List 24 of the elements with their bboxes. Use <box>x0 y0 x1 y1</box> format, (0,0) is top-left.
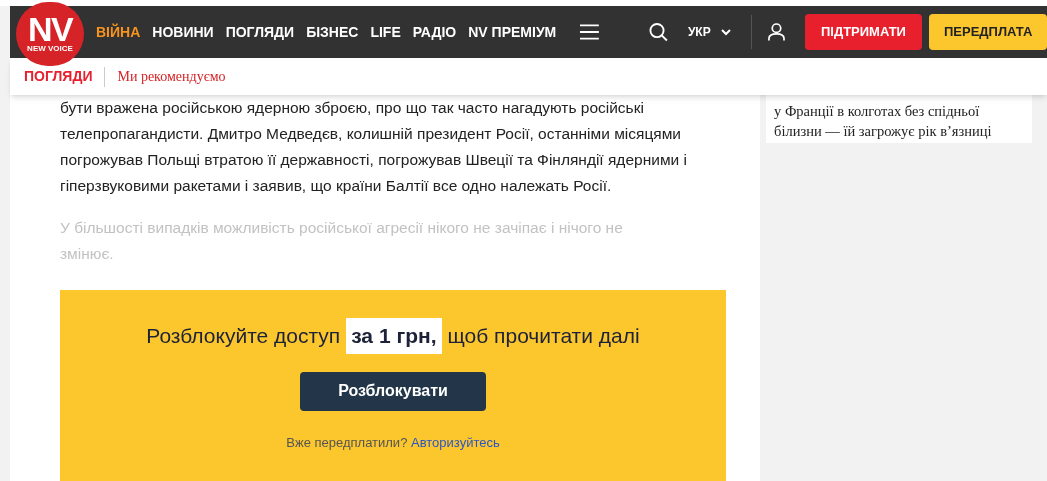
unlock-button[interactable]: Розблокувати <box>300 371 486 411</box>
paywall-heading: Розблокуйте доступ <box>146 323 341 349</box>
nav-link[interactable]: РАДІО <box>412 21 457 43</box>
logo-tagline: NEW VOICE <box>27 44 73 54</box>
login-link[interactable]: Авторизуйтесь <box>411 434 500 450</box>
nav-link[interactable]: NV ПРЕМІУМ <box>468 21 557 43</box>
price-highlight: за 1 грн, <box>346 318 442 354</box>
paywall-note: Вже передплатили? <box>286 434 408 450</box>
article-paragraph: бути вражена російською ядерною зброєю, про що так часто нагадують російські телепропагандисти. Дмитро Медведєв, колишній президент Росії, останніми місяцями погрожував Польщі втратою її державності, погрожував Швеції та Фінляндії ядерними і гіперзвуковими ракетами і заявив, що країни Балтії все одно належать Росії. <box>60 98 688 196</box>
article-paragraph: У більшості випадків можливість російської агресії нікого не зачіпає і нічого не змінює. <box>60 218 624 264</box>
section-title[interactable]: ПОГЛЯДИ <box>24 66 93 87</box>
nav-link[interactable]: LIFE <box>370 21 401 43</box>
sidebar-headline[interactable]: у Франції в колготах без спідньої білизни — їй загрожує рік в’язниці <box>766 95 1032 143</box>
nav-link[interactable]: ПОГЛЯДИ <box>225 21 295 43</box>
recommended-link[interactable]: Ми рекомендуємо <box>117 66 226 87</box>
logo[interactable]: NV NEW VOICE <box>16 2 84 66</box>
nav-link[interactable]: НОВИНИ <box>152 21 214 43</box>
support-button[interactable]: ПІДТРИМАТИ <box>804 14 923 50</box>
paywall-heading: щоб прочитати далі <box>447 323 640 349</box>
subscribe-button[interactable]: ПЕРЕДПЛАТА <box>929 14 1047 50</box>
nav-link[interactable]: ВІЙНА <box>96 21 141 43</box>
logo-mark: NV <box>28 14 72 44</box>
nav-link[interactable]: БІЗНЕС <box>306 21 359 43</box>
language-selector[interactable]: УКР <box>687 23 731 41</box>
